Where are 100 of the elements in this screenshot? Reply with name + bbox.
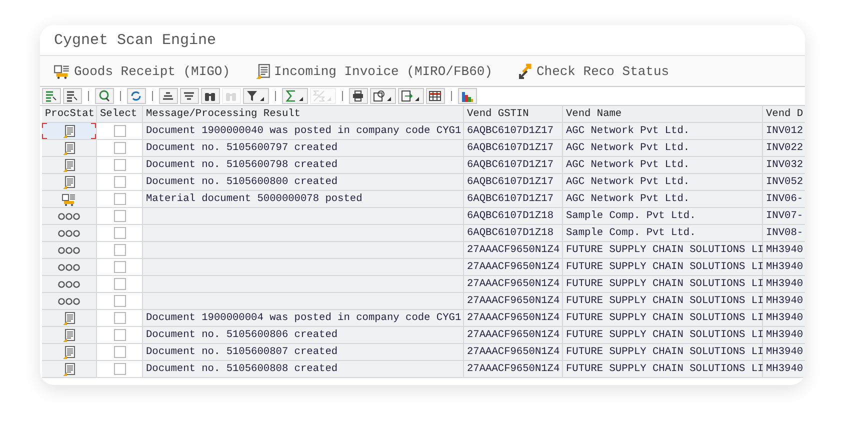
checkbox[interactable] xyxy=(114,278,126,290)
table-cell: AGC Network Pvt Ltd. xyxy=(563,157,763,174)
column-header[interactable]: Select xyxy=(97,106,143,123)
table-cell: FUTURE SUPPLY CHAIN SOLUTIONS LI xyxy=(563,276,763,293)
table-cell: MH3940 xyxy=(763,276,805,293)
filter-icon xyxy=(246,90,258,102)
table-cell: MH3940 xyxy=(763,344,805,361)
checkbox[interactable] xyxy=(114,125,126,137)
table-cell: 6AQBC6107D1Z17 xyxy=(464,140,563,157)
checkbox[interactable] xyxy=(114,329,126,341)
checkbox[interactable] xyxy=(114,312,126,324)
status-cell[interactable] xyxy=(42,225,97,242)
three-circles-icon xyxy=(58,298,80,304)
checkbox[interactable] xyxy=(114,346,126,358)
table-cell: Material document 5000000078 posted xyxy=(143,191,464,208)
bar-chart-icon xyxy=(461,90,473,102)
dropdown-caret-icon xyxy=(299,97,303,101)
table-cell: Document no. 5105600798 created xyxy=(143,157,464,174)
document-icon xyxy=(63,346,75,358)
toolbar-button[interactable] xyxy=(398,88,424,104)
checkbox[interactable] xyxy=(114,363,126,375)
table-cell: FUTURE SUPPLY CHAIN SOLUTIONS LI xyxy=(563,327,763,344)
checkbox[interactable] xyxy=(114,261,126,273)
document-icon xyxy=(63,124,75,138)
table-cell: MH3940 xyxy=(763,242,805,259)
table-cell: 27AAACF9650N1Z4 xyxy=(464,259,563,276)
status-cell[interactable] xyxy=(42,174,97,191)
status-cell[interactable] xyxy=(42,259,97,276)
toolbar-button[interactable] xyxy=(127,88,146,104)
toolbar-button[interactable] xyxy=(180,88,199,104)
dropdown-caret-icon xyxy=(387,97,391,101)
table-cell: 6AQBC6107D1Z18 xyxy=(464,208,563,225)
checkbox[interactable] xyxy=(114,244,126,256)
status-cell[interactable] xyxy=(42,242,97,259)
toolbar-button[interactable] xyxy=(159,88,178,104)
table-cell: INV07- xyxy=(763,208,805,225)
column-header[interactable]: Message/Processing Result xyxy=(143,106,464,123)
arrows-icon xyxy=(518,63,532,79)
toolbar-button[interactable] xyxy=(370,88,396,104)
checkbox[interactable] xyxy=(114,227,126,239)
status-cell[interactable] xyxy=(42,293,97,310)
status-cell[interactable] xyxy=(42,361,97,378)
toolbar-button[interactable] xyxy=(63,88,82,104)
toolbar-button[interactable] xyxy=(426,88,445,104)
table-cell: Document 1900000040 was posted in company code CYG1 xyxy=(143,123,464,140)
toolbar-action-button[interactable]: Goods Receipt (MIGO) xyxy=(54,64,230,78)
checkbox[interactable] xyxy=(114,193,126,205)
table-cell: 6AQBC6107D1Z17 xyxy=(464,191,563,208)
toolbar-action-button[interactable]: Check Reco Status xyxy=(518,63,670,79)
status-cell[interactable] xyxy=(42,344,97,361)
status-cell[interactable] xyxy=(42,140,97,157)
binoculars-icon xyxy=(204,90,216,102)
status-cell[interactable] xyxy=(42,123,97,140)
checkbox[interactable] xyxy=(114,295,126,307)
document-icon xyxy=(63,362,75,376)
table-cell: INV032 xyxy=(763,157,805,174)
table-cell: INV052 xyxy=(763,174,805,191)
checkbox[interactable] xyxy=(114,210,126,222)
table-cell: AGC Network Pvt Ltd. xyxy=(563,140,763,157)
toolbar-button[interactable] xyxy=(458,88,477,104)
table-cell: Document no. 5105600807 created xyxy=(143,344,464,361)
status-cell[interactable] xyxy=(42,208,97,225)
table-cell: FUTURE SUPPLY CHAIN SOLUTIONS LI xyxy=(563,259,763,276)
column-header[interactable]: Vend Name xyxy=(563,106,763,123)
column-header[interactable]: ProcStat xyxy=(42,106,97,123)
table-cell: 27AAACF9650N1Z4 xyxy=(464,293,563,310)
table-cell: Document 1900000004 was posted in company code CYG1 xyxy=(143,310,464,327)
toolbar-action-button[interactable]: Incoming Invoice (MIRO/FB60) xyxy=(256,64,492,78)
printer-icon xyxy=(352,90,364,102)
table-cell: Sample Comp. Pvt Ltd. xyxy=(563,225,763,242)
table-cell: FUTURE SUPPLY CHAIN SOLUTIONS LI xyxy=(563,293,763,310)
table-cell: MH3940 xyxy=(763,293,805,310)
column-header[interactable]: Vend GSTIN xyxy=(464,106,563,123)
table-cell: FUTURE SUPPLY CHAIN SOLUTIONS LI xyxy=(563,361,763,378)
status-cell[interactable] xyxy=(42,327,97,344)
column-header[interactable]: Vend D xyxy=(763,106,805,123)
list-icon xyxy=(45,90,57,102)
truck-icon xyxy=(62,192,76,206)
table-cell: INV06- xyxy=(763,191,805,208)
status-cell[interactable] xyxy=(42,157,97,174)
status-cell[interactable] xyxy=(42,276,97,293)
table-cell: 6AQBC6107D1Z17 xyxy=(464,123,563,140)
document-icon xyxy=(63,312,75,324)
sigma-icon xyxy=(313,90,325,102)
table-cell: 6AQBC6107D1Z17 xyxy=(464,157,563,174)
checkbox[interactable] xyxy=(114,176,126,188)
status-cell[interactable] xyxy=(42,310,97,327)
table-cell: 27AAACF9650N1Z4 xyxy=(464,327,563,344)
table-cell: AGC Network Pvt Ltd. xyxy=(563,123,763,140)
toolbar-button[interactable] xyxy=(201,88,220,104)
table-cell: MH3940 xyxy=(763,259,805,276)
checkbox[interactable] xyxy=(114,159,126,171)
status-cell[interactable] xyxy=(42,191,97,208)
toolbar-button[interactable] xyxy=(349,88,368,104)
binoculars-icon xyxy=(225,90,237,102)
list-icon xyxy=(66,90,78,102)
toolbar-button[interactable] xyxy=(243,88,269,104)
document-icon xyxy=(63,176,75,188)
table-cell: 27AAACF9650N1Z4 xyxy=(464,361,563,378)
checkbox[interactable] xyxy=(114,142,126,154)
